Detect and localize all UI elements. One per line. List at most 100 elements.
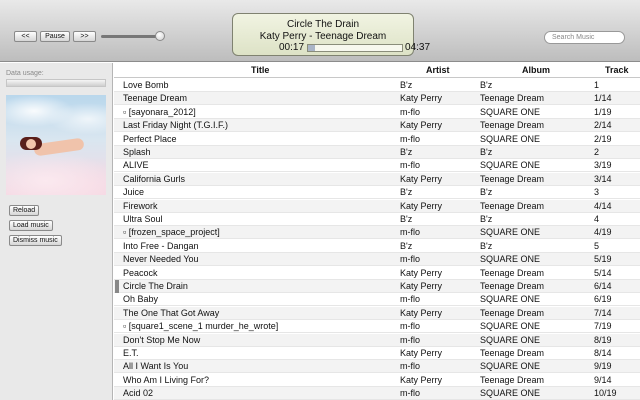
track-artist: m-flo	[400, 227, 420, 238]
track-album: SQUARE ONE	[480, 388, 541, 399]
track-album: Teenage Dream	[480, 267, 545, 278]
table-row[interactable]: Peacock Katy Perry Teenage Dream 5/14	[114, 267, 640, 280]
table-row[interactable]: Who Am I Living For? Katy Perry Teenage Dr…	[114, 374, 640, 387]
track-number: 7/19	[594, 321, 612, 332]
track-title: Juice	[123, 187, 145, 198]
now-playing-artist-album: Katy Perry - Teenage Dream	[259, 31, 387, 42]
table-row[interactable]: All I Want Is You m-flo SQUARE ONE 9/19	[114, 360, 640, 374]
track-title: Peacock	[123, 267, 158, 278]
track-artist: Katy Perry	[400, 374, 443, 385]
track-title: Love Bomb	[123, 80, 169, 90]
track-artist: Katy Perry	[400, 120, 443, 131]
track-artist: B'z	[400, 147, 413, 157]
reload-button[interactable]: Reload	[9, 205, 40, 216]
table-row[interactable]: Acid 02 m-flo SQUARE ONE 10/19	[114, 387, 640, 400]
track-title: Ultra Soul	[123, 214, 163, 224]
track-album: B'z	[480, 214, 493, 224]
pause-button[interactable]: Pause	[40, 31, 70, 42]
track-number: 9/19	[594, 361, 612, 372]
track-number: 6/19	[594, 294, 612, 305]
track-artist: m-flo	[400, 294, 420, 305]
track-album: SQUARE ONE	[480, 227, 541, 238]
track-number: 1	[594, 80, 600, 90]
table-row[interactable]: Firework Katy Perry Teenage Dream 4/14	[114, 199, 640, 213]
track-title: Teenage Dream	[123, 93, 188, 104]
track-number: 3	[594, 187, 600, 198]
table-row[interactable]: Never Needed You m-flo SQUARE ONE 5/19	[114, 253, 640, 267]
table-row[interactable]: Oh Baby m-flo SQUARE ONE 6/19	[114, 293, 640, 307]
table-row[interactable]: Love Bomb B'z B'z 1	[114, 79, 640, 92]
track-title: Acid 02	[123, 388, 154, 399]
track-album: SQUARE ONE	[480, 321, 541, 332]
column-header-artist[interactable]: Artist	[426, 65, 450, 75]
search-input[interactable]: Search Music	[544, 31, 625, 44]
volume-slider-knob[interactable]	[155, 31, 165, 41]
track-album: Teenage Dream	[480, 120, 545, 131]
table-row[interactable]: Teenage Dream Katy Perry Teenage Dream 1/14	[114, 92, 640, 106]
now-playing-title: Circle The Drain	[286, 19, 360, 30]
track-number: 1/19	[594, 106, 612, 117]
track-artist: Katy Perry	[400, 267, 443, 278]
table-row[interactable]: Last Friday Night (T.G.I.F.) Katy Perry Te…	[114, 119, 640, 133]
table-row[interactable]: Ultra Soul B'z B'z 4	[114, 213, 640, 226]
table-row[interactable]: ▫ [square1_scene_1 murder_he_wrote] m-flo…	[114, 320, 640, 334]
now-playing-marker	[115, 280, 119, 293]
track-number: 10/19	[594, 388, 617, 399]
track-artist: m-flo	[400, 160, 420, 171]
playback-progress-bar[interactable]	[307, 44, 403, 52]
track-title: Circle The Drain	[123, 281, 188, 291]
load-music-button[interactable]: Load music	[9, 220, 53, 231]
track-title: Into Free - Dangan	[123, 240, 199, 251]
track-album: Teenage Dream	[480, 348, 545, 358]
track-artist: m-flo	[400, 254, 420, 265]
next-button[interactable]: >>	[73, 31, 96, 42]
dismiss-music-button[interactable]: Dismiss music	[9, 235, 62, 246]
track-album: B'z	[480, 80, 493, 90]
track-number: 2/19	[594, 133, 612, 144]
track-title: ▫ [sayonara_2012]	[123, 106, 196, 117]
track-table: Title Artist Album Track Love Bomb B'z B'z…	[114, 63, 640, 400]
table-row[interactable]: ▫ [frozen_space_project] m-flo SQUARE ONE 4…	[114, 226, 640, 240]
track-title: ALIVE	[123, 160, 149, 171]
track-number: 5/19	[594, 254, 612, 265]
table-row[interactable]: The One That Got Away Katy Perry Teenage D…	[114, 306, 640, 320]
column-header-album[interactable]: Album	[522, 65, 550, 75]
table-row[interactable]: Splash B'z B'z 2	[114, 146, 640, 159]
table-row[interactable]: Juice B'z B'z 3	[114, 186, 640, 200]
column-header-title[interactable]: Title	[251, 65, 269, 75]
track-album: SQUARE ONE	[480, 160, 541, 171]
track-number: 4/14	[594, 200, 612, 211]
track-artist: B'z	[400, 240, 413, 251]
volume-slider-track[interactable]	[101, 35, 159, 38]
track-artist: B'z	[400, 214, 413, 224]
track-number: 8/14	[594, 348, 612, 358]
table-row[interactable]: ALIVE m-flo SQUARE ONE 3/19	[114, 159, 640, 173]
track-album: Teenage Dream	[480, 374, 545, 385]
track-title: Oh Baby	[123, 294, 159, 305]
track-number: 4	[594, 214, 600, 224]
now-playing-display: Circle The Drain Katy Perry - Teenage Dr…	[232, 13, 430, 56]
track-album: B'z	[480, 147, 493, 157]
table-row[interactable]: Into Free - Dangan B'z B'z 5	[114, 240, 640, 253]
track-number: 6/14	[594, 281, 612, 291]
track-title: Perfect Place	[123, 133, 177, 144]
track-album: B'z	[480, 187, 493, 198]
previous-button[interactable]: <<	[14, 31, 37, 42]
column-header-track[interactable]: Track	[605, 65, 629, 75]
table-row[interactable]: Circle The Drain Katy Perry Teenage Dream 6…	[114, 280, 640, 293]
table-row[interactable]: ▫ [sayonara_2012] m-flo SQUARE ONE 1/19	[114, 106, 640, 119]
table-row[interactable]: Don't Stop Me Now m-flo SQUARE ONE 8/19	[114, 333, 640, 347]
track-title: E.T.	[123, 348, 139, 358]
table-row[interactable]: California Gurls Katy Perry Teenage Dream 3…	[114, 172, 640, 186]
track-number: 8/19	[594, 334, 612, 345]
track-artist: m-flo	[400, 361, 420, 372]
toolbar: << Pause >> Circle The Drain Katy Perry …	[0, 0, 640, 62]
track-title: All I Want Is You	[123, 361, 189, 372]
table-row[interactable]: E.T. Katy Perry Teenage Dream 8/14	[114, 347, 640, 360]
table-row[interactable]: Perfect Place m-flo SQUARE ONE 2/19	[114, 133, 640, 146]
track-number: 1/14	[594, 93, 612, 104]
track-artist: m-flo	[400, 388, 420, 399]
track-title: Don't Stop Me Now	[123, 334, 201, 345]
track-artist: m-flo	[400, 321, 420, 332]
track-title: Last Friday Night (T.G.I.F.)	[123, 120, 229, 131]
